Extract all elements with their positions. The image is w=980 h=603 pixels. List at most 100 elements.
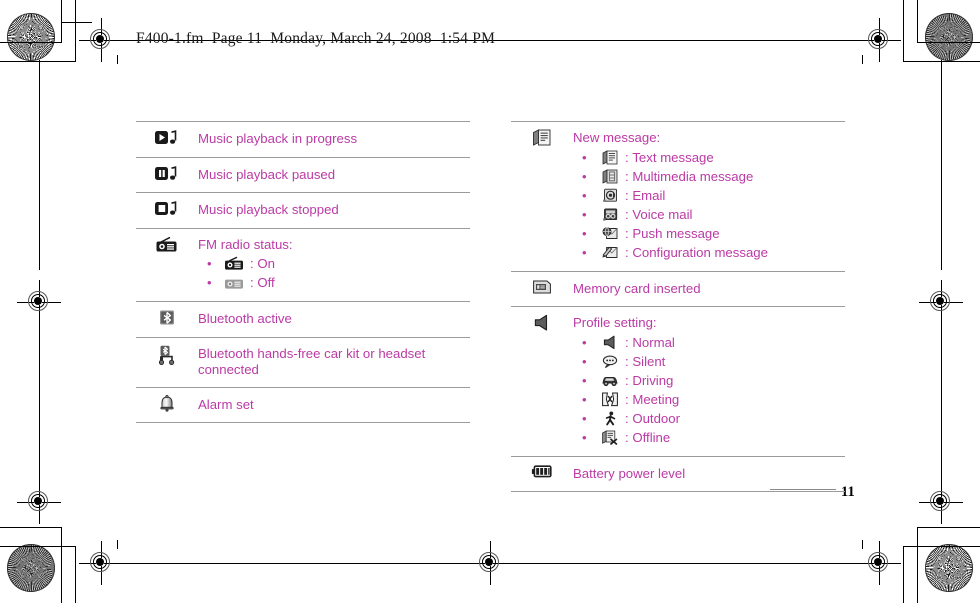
list-item: • : Multimedia message [573, 168, 841, 185]
sub-item-label: Offline [632, 429, 671, 445]
bleed-line [940, 312, 942, 484]
corner-rule [904, 546, 980, 548]
corner-rule [918, 42, 980, 44]
corner-rule [0, 42, 62, 44]
separator: : [625, 334, 629, 350]
email-icon [595, 188, 625, 203]
multimedia-message-icon [595, 168, 625, 184]
separator: : [625, 429, 629, 445]
crosshair-mark-top-right [857, 18, 901, 62]
separator: : [625, 149, 629, 165]
push-message-icon [595, 226, 625, 241]
row-label: FM radio status: [198, 236, 293, 252]
sub-item-text: : Normal [625, 334, 675, 351]
bullet: • [582, 206, 587, 222]
bluetooth-headset-icon [136, 338, 198, 365]
tick-mark [117, 540, 119, 549]
bullet: • [582, 225, 587, 241]
bleed-line [38, 60, 40, 270]
table-row: Alarm set [136, 386, 470, 423]
bullet: • [582, 410, 587, 426]
sub-item-label: Meeting [632, 391, 680, 407]
crosshair-mark-right-bottom [919, 480, 963, 524]
corner-rule [75, 0, 77, 62]
configuration-message-icon [595, 245, 625, 260]
bleed-line [38, 312, 40, 484]
sub-item-text: : Multimedia message [625, 168, 753, 185]
separator: : [625, 168, 629, 184]
list-item: • : On [198, 255, 466, 272]
fm-radio-icon [136, 229, 198, 254]
bullet: • [582, 372, 587, 388]
icon-legend-table-right: New message: • : Text message •: Multim… [511, 121, 845, 492]
crosshair-mark-bottom-right [857, 541, 901, 585]
table-row: Bluetooth hands-free car kit or headset … [136, 336, 470, 387]
row-label: Alarm set [198, 396, 254, 412]
list-item: • : Normal [573, 334, 841, 351]
sub-item-text: : Voice mail [625, 206, 692, 223]
bleed-line [512, 562, 857, 564]
table-row: Music playback paused [136, 156, 470, 193]
sub-item-label: Silent [632, 353, 666, 369]
separator: : [625, 372, 629, 388]
text-message-icon [595, 149, 625, 165]
row-label: New message: [573, 130, 661, 145]
list-item: • : Silent [573, 353, 841, 370]
separator: : [625, 410, 629, 426]
corner-rule [918, 527, 980, 529]
fm-radio-off-icon [220, 275, 250, 290]
crosshair-mark-right-middle [919, 280, 963, 324]
crosshair-mark-top-left [79, 18, 123, 62]
voice-mail-icon [595, 207, 625, 222]
table-row: Profile setting: • : Normal •: Silent •… [511, 306, 845, 456]
document-header-text: F400-1.fm Page 11 Monday, March 24, 2008… [136, 30, 496, 47]
sub-item-text: : Meeting [625, 391, 679, 408]
corner-rule [903, 0, 905, 62]
bullet: • [582, 149, 587, 165]
tick-mark [862, 540, 864, 549]
row-content: FM radio status: •: On •: Off [198, 229, 470, 302]
starburst-mark-top-right [925, 13, 973, 61]
sub-item-label: On [257, 256, 275, 271]
profile-meeting-icon [595, 392, 625, 407]
row-content: New message: • : Text message •: Multim… [573, 122, 845, 271]
table-row: Bluetooth active [136, 301, 470, 337]
corner-rule [903, 546, 905, 603]
profile-outdoor-icon [595, 411, 625, 426]
separator: : [625, 391, 629, 407]
corner-rule [75, 546, 77, 603]
profile-silent-icon [595, 354, 625, 369]
sub-list: • : On •: Off [198, 255, 466, 291]
bullet: • [207, 256, 212, 271]
separator: : [625, 206, 629, 222]
sub-item-label: Voice mail [632, 206, 693, 222]
header-rule [62, 22, 92, 24]
profile-offline-icon [595, 429, 625, 445]
sub-item-text: : Off [250, 274, 275, 291]
crosshair-mark-bottom-left [79, 541, 123, 585]
list-item: • : Configuration message [573, 244, 841, 261]
sub-list: • : Normal •: Silent •: Driving •: Me… [573, 334, 841, 446]
sub-item-text: : Outdoor [625, 410, 680, 427]
bullet: • [582, 187, 587, 203]
table-row: FM radio status: •: On •: Off [136, 227, 470, 302]
row-label: Music playback in progress [198, 131, 358, 146]
tick-mark [862, 55, 864, 64]
sub-item-label: Multimedia message [632, 168, 754, 184]
memory-card-icon [511, 272, 573, 295]
sub-item-text: : Email [625, 187, 665, 204]
bullet: • [582, 244, 587, 260]
table-row: Music playback in progress [136, 121, 470, 157]
list-item: • : Email [573, 187, 841, 204]
separator: : [250, 256, 254, 271]
sub-item-label: Driving [632, 372, 674, 388]
sub-item-text: : Push message [625, 225, 720, 242]
bullet: • [207, 275, 212, 290]
separator: : [625, 187, 629, 203]
row-content: Profile setting: • : Normal •: Silent •… [573, 307, 845, 456]
separator: : [625, 244, 629, 260]
row-label: Bluetooth hands-free car kit or headset … [198, 345, 426, 378]
sub-list: • : Text message •: Multimedia message … [573, 149, 841, 261]
crosshair-mark-bottom-center [468, 541, 512, 585]
bleed-line [940, 60, 942, 270]
